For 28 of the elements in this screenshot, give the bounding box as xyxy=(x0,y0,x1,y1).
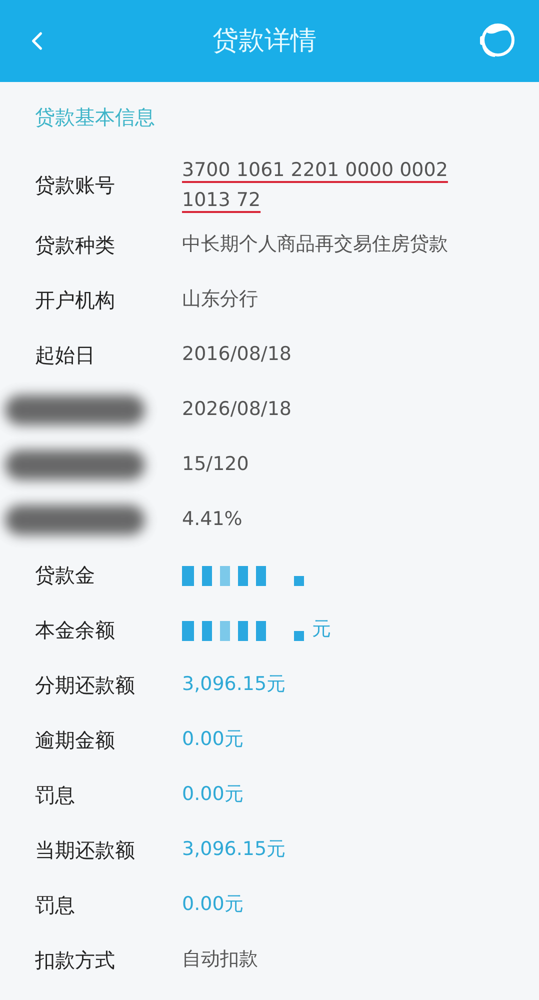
field-label: 贷款种类 xyxy=(35,232,115,258)
field-label: 罚息 xyxy=(35,892,75,918)
field-value: 2016/08/18 xyxy=(182,342,292,368)
field-value: 元 xyxy=(312,617,331,642)
field-value: 15/120 xyxy=(182,452,249,478)
section-title: 贷款基本信息 xyxy=(35,104,155,131)
field-value: 3,096.15元 xyxy=(182,672,286,698)
field-value: 山东分行 xyxy=(182,287,258,312)
field-label: 贷款账号 xyxy=(35,172,115,198)
field-label: 逾期金额 xyxy=(35,726,115,754)
field-value: 0.00元 xyxy=(182,892,244,918)
page-title: 贷款详情 xyxy=(212,24,316,58)
field-value: 3,096.15元 xyxy=(182,837,286,862)
field-label: 罚息 xyxy=(35,782,75,808)
field-label: 分期还款额 xyxy=(35,672,135,698)
field-value: 4.41% xyxy=(182,507,242,532)
field-label: 扣款方式 xyxy=(35,946,115,974)
field-value: 0.00元 xyxy=(182,782,244,808)
field-label: 起始日 xyxy=(35,342,95,368)
field-value: 中长期个人商品再交易住房贷款 xyxy=(182,232,448,258)
field-value: 0.00元 xyxy=(182,727,244,752)
field-value: 自动扣款 xyxy=(182,947,258,972)
field-label: 贷款金 xyxy=(35,562,95,588)
field-label: 本金余额 xyxy=(35,616,115,644)
field-label: 开户机构 xyxy=(35,286,115,314)
field-value: 2026/08/18 xyxy=(182,397,292,422)
field-label: 当期还款额 xyxy=(35,836,135,864)
field-value: 3700 1061 2201 0000 0002 1013 72 xyxy=(182,158,449,212)
